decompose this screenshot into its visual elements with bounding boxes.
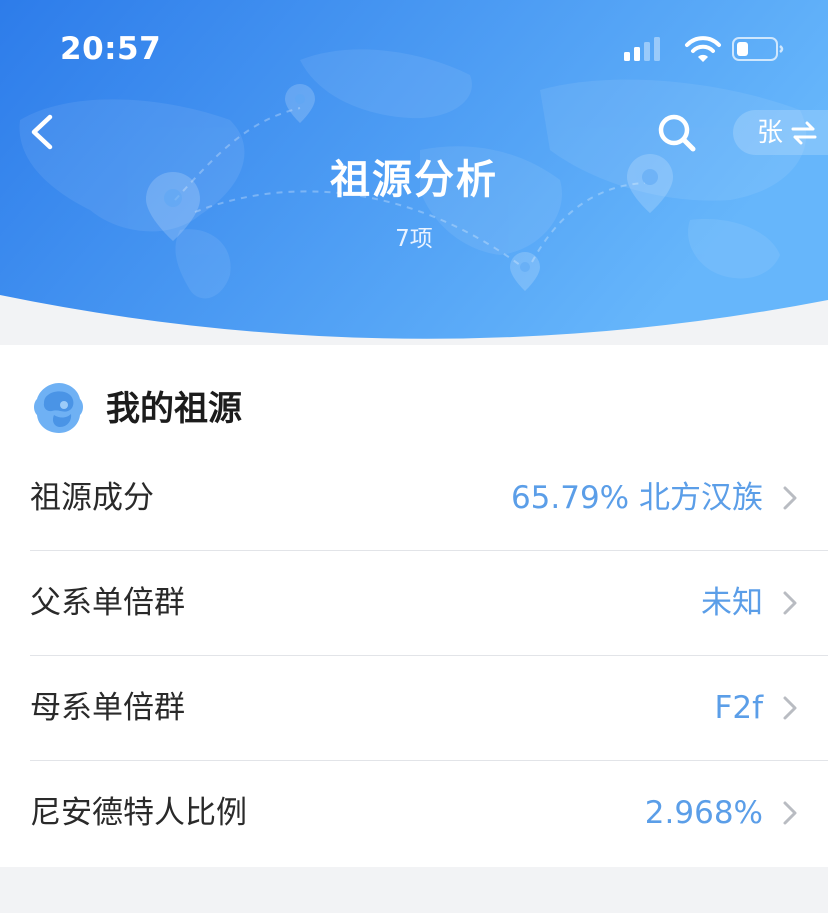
row-neanderthal-ratio[interactable]: 尼安德特人比例 2.968% (0, 760, 828, 865)
section-title: 我的祖源 (106, 389, 242, 429)
chevron-right-icon (783, 486, 797, 510)
page-background-strip (0, 867, 828, 913)
back-button[interactable] (22, 110, 62, 154)
cellular-signal-icon (624, 37, 660, 61)
row-label: 尼安德特人比例 (30, 795, 247, 831)
header: 20:57 张 祖源分析 7项 (0, 0, 828, 345)
row-label: 祖源成分 (30, 480, 154, 516)
ancestry-head-icon (34, 383, 83, 433)
surname-label: 张 (757, 117, 784, 148)
row-value: 未知 (701, 585, 763, 621)
chevron-right-icon (783, 801, 797, 825)
page-subtitle: 7项 (395, 226, 433, 252)
row-maternal-haplogroup[interactable]: 母系单倍群 F2f (0, 655, 828, 760)
row-label: 父系单倍群 (30, 585, 185, 621)
swap-arrows-icon (791, 121, 817, 144)
chevron-left-icon (31, 114, 53, 150)
row-value: 65.79% 北方汉族 (510, 480, 763, 516)
status-bar: 20:57 (0, 0, 828, 96)
battery-icon (732, 37, 784, 61)
chevron-right-icon (783, 591, 797, 615)
wifi-icon (685, 36, 721, 62)
chevron-right-icon (783, 696, 797, 720)
info-list: 祖源成分 65.79% 北方汉族 父系单倍群 未知 母系单倍群 F2f 尼安德特… (0, 445, 828, 865)
row-label: 母系单倍群 (30, 690, 185, 726)
ancestry-card: 我的祖源 祖源成分 65.79% 北方汉族 父系单倍群 未知 母系单倍群 F2f… (0, 345, 828, 867)
row-value: F2f (714, 690, 763, 726)
row-ancestry-composition[interactable]: 祖源成分 65.79% 北方汉族 (0, 445, 828, 550)
page-title: 祖源分析 (330, 157, 498, 203)
surname-switch-button[interactable]: 张 (733, 110, 828, 155)
status-time: 20:57 (60, 31, 162, 67)
search-icon (658, 114, 696, 152)
row-value: 2.968% (644, 795, 763, 831)
search-button[interactable] (656, 112, 698, 154)
row-paternal-haplogroup[interactable]: 父系单倍群 未知 (0, 550, 828, 655)
status-icons (624, 36, 784, 62)
